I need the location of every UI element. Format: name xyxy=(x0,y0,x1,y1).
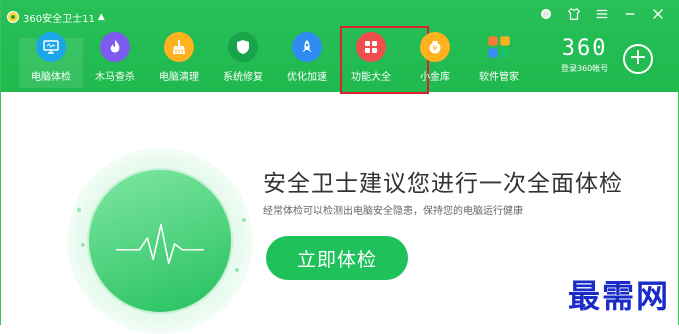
brand-area[interactable]: 360 登录360帐号 xyxy=(561,36,608,74)
flame-icon xyxy=(100,32,130,62)
brand-logo-text: 360 xyxy=(561,36,608,61)
nav-label: 系统修复 xyxy=(223,72,263,83)
decor-dot xyxy=(235,268,239,272)
nav-item-pc-checkup[interactable]: 电脑体检 xyxy=(19,30,83,88)
health-circle xyxy=(87,168,233,314)
checkup-headline: 安全卫士建议您进行一次全面体检 xyxy=(263,171,623,197)
shield-icon xyxy=(228,32,258,62)
app-window: 360安全卫士11 ▲ 电脑体检 木马查杀 电脑清理 系统修复 优化加速 功能大… xyxy=(0,0,679,334)
nav-label: 功能大全 xyxy=(351,72,391,83)
nav-label: 小金库 xyxy=(420,72,450,83)
coin-icon: ¥ xyxy=(420,32,450,62)
checkup-graphic xyxy=(67,148,253,334)
nav-item-pc-cleanup[interactable]: 电脑清理 xyxy=(147,30,211,88)
nav-label: 电脑清理 xyxy=(159,72,199,83)
medal-icon[interactable] xyxy=(538,6,554,22)
apps-icon xyxy=(484,32,514,62)
app-title: 360安全卫士11 xyxy=(23,13,95,25)
close-icon[interactable] xyxy=(650,6,666,22)
app-logo-icon xyxy=(7,11,19,23)
skin-icon[interactable] xyxy=(566,6,582,22)
decor-dot xyxy=(242,218,246,222)
monitor-check-icon xyxy=(36,32,66,62)
checkup-subtext: 经常体检可以检测出电脑安全隐患，保持您的电脑运行健康 xyxy=(263,206,523,217)
main-nav: 电脑体检 木马查杀 电脑清理 系统修复 优化加速 功能大全 ¥ 小金库 软件管家 xyxy=(19,30,531,88)
rocket-icon xyxy=(292,32,322,62)
svg-text:¥: ¥ xyxy=(432,44,437,53)
grid-icon xyxy=(356,32,386,62)
start-checkup-button[interactable]: 立即体检 xyxy=(266,236,408,280)
watermark-text: 最需网 xyxy=(567,277,670,315)
pulse-line-icon xyxy=(116,223,204,265)
nav-item-software-manager[interactable]: 软件管家 xyxy=(467,30,531,88)
plus-circle-icon[interactable]: + xyxy=(623,44,653,74)
minimize-icon[interactable] xyxy=(622,6,638,22)
nav-item-optimize[interactable]: 优化加速 xyxy=(275,30,339,88)
broom-icon xyxy=(164,32,194,62)
login-link[interactable]: 登录360帐号 xyxy=(561,63,608,74)
nav-label: 电脑体检 xyxy=(31,72,71,83)
menu-icon[interactable] xyxy=(594,6,610,22)
header-bar: 360安全卫士11 ▲ 电脑体检 木马查杀 电脑清理 系统修复 优化加速 功能大… xyxy=(1,0,679,94)
nav-label: 优化加速 xyxy=(287,72,327,83)
nav-label: 木马查杀 xyxy=(95,72,135,83)
decor-dot xyxy=(81,243,85,247)
decor-dot xyxy=(77,208,81,212)
nav-item-system-repair[interactable]: 系统修复 xyxy=(211,30,275,88)
nav-item-trojan-scan[interactable]: 木马查杀 xyxy=(83,30,147,88)
highlight-annotation-box xyxy=(340,26,429,94)
title-bar: 360安全卫士11 ▲ xyxy=(7,9,105,25)
window-controls xyxy=(538,6,666,22)
update-arrow-icon[interactable]: ▲ xyxy=(98,12,105,22)
nav-label: 软件管家 xyxy=(479,72,519,83)
